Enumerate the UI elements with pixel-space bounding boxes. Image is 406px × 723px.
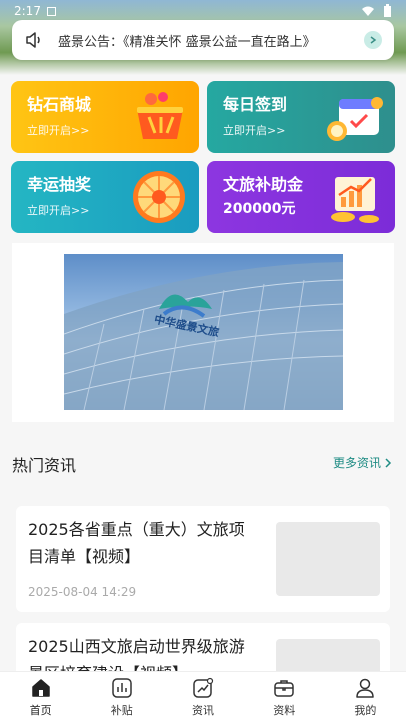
status-time: 2:17: [14, 4, 41, 18]
tab-label: 资料: [273, 704, 296, 717]
bottom-tab-bar: 首页 补贴 资讯 资料 我的: [0, 671, 406, 723]
gift-basket-icon: [137, 92, 183, 139]
announcement-text: 盛景公告：《精准关怀 盛景公益一直在路上》: [58, 34, 316, 50]
chevron-right-icon: [385, 457, 392, 468]
hot-news-title: 热门资讯: [12, 456, 77, 475]
chevron-right-icon[interactable]: [364, 31, 382, 49]
building-image: 中华盛景文旅: [64, 254, 343, 410]
tab-label: 首页: [29, 704, 52, 717]
tab-home[interactable]: 首页: [0, 672, 81, 723]
speaker-icon: [26, 32, 40, 48]
tab-label: 我的: [354, 704, 377, 717]
tab-subsidy[interactable]: 补贴: [81, 672, 162, 723]
home-icon: [31, 679, 50, 697]
chart-icon: [112, 678, 132, 698]
tab-label: 补贴: [110, 704, 133, 717]
travel-subsidy-card[interactable]: 文旅补助金 200000元: [207, 161, 395, 233]
tab-profile[interactable]: 我的: [325, 672, 406, 723]
user-icon: [356, 678, 375, 698]
notification-icon: [46, 6, 56, 16]
prize-wheel-icon: [133, 171, 185, 223]
battery-icon: [384, 4, 391, 17]
status-bar: 2:17: [0, 0, 406, 22]
calendar-icon: [327, 97, 383, 141]
daily-checkin-card[interactable]: 每日签到 立即开启>>: [207, 81, 395, 153]
news-thumbnail: [276, 522, 380, 596]
briefcase-icon: [274, 680, 294, 697]
diamond-mall-card[interactable]: 钻石商城 立即开启>>: [11, 81, 199, 153]
announcement-bar[interactable]: 盛景公告：《精准关怀 盛景公益一直在路上》: [12, 20, 394, 60]
news-title: 2025各省重点（重大）文旅项目清单【视频】: [28, 520, 245, 566]
tab-news[interactable]: 资讯: [162, 672, 243, 723]
wifi-icon: [362, 6, 374, 16]
tab-label: 资讯: [192, 704, 214, 717]
tab-resources[interactable]: 资料: [244, 672, 325, 723]
growth-chart-icon: [331, 177, 379, 223]
news-card[interactable]: 2025各省重点（重大）文旅项目清单【视频】 2025-08-04 14:29: [16, 506, 390, 612]
more-news-link[interactable]: 更多资讯: [333, 454, 392, 471]
more-news-label: 更多资讯: [332, 456, 381, 470]
trend-icon: [193, 677, 214, 698]
lucky-draw-card[interactable]: 幸运抽奖 立即开启>>: [11, 161, 199, 233]
promo-banner[interactable]: 中华盛景文旅: [12, 243, 394, 422]
news-date: 2025-08-04 14:29: [28, 585, 137, 599]
